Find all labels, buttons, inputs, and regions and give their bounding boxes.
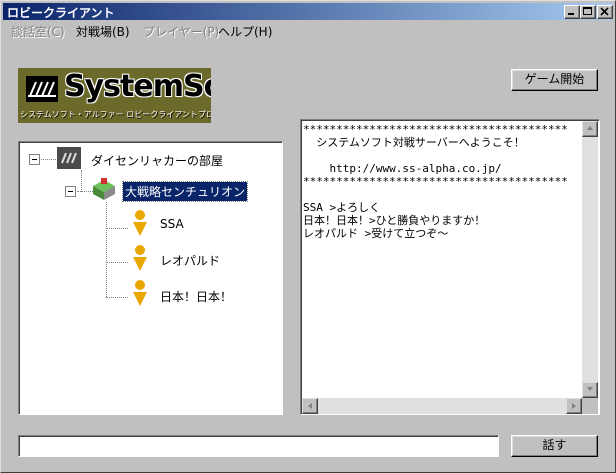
tree-line: [106, 297, 128, 298]
menu-battlefield[interactable]: 対戦場(B): [76, 23, 130, 40]
menu-bar: 談話室(C) 対戦場(B) プレイヤー(P) ヘルプ(H): [3, 21, 613, 40]
maximize-icon: [583, 7, 592, 15]
minimize-button[interactable]: [564, 5, 580, 19]
scroll-right-button[interactable]: [566, 398, 582, 414]
tree-game-label[interactable]: 大戦略センチュリオン: [121, 181, 249, 202]
arrow-up-icon: [587, 126, 593, 130]
tree-room-label[interactable]: ダイセンリャカーの部屋: [91, 152, 223, 169]
player-icon: [131, 209, 149, 237]
menu-lounge[interactable]: 談話室(C): [11, 23, 65, 40]
close-icon: [600, 7, 609, 16]
close-button[interactable]: [597, 5, 613, 19]
logo-brand: SystemSoft: [64, 69, 211, 104]
message-input-frame: [18, 435, 499, 457]
chat-line: [302, 149, 583, 162]
chat-line: ****************************************: [303, 123, 568, 136]
minimize-icon: [568, 13, 574, 15]
arrow-down-icon: [587, 387, 593, 391]
chat-log: ****************************************…: [302, 121, 583, 398]
collapse-game-toggle[interactable]: [65, 186, 76, 197]
menu-help[interactable]: ヘルプ(H): [218, 23, 272, 40]
talk-button[interactable]: 話す: [511, 435, 598, 457]
scrollbar-corner: [582, 398, 598, 414]
menu-player[interactable]: プレイヤー(P): [143, 23, 219, 40]
tree-player-label[interactable]: SSA: [160, 217, 184, 231]
chat-line: ****************************************: [303, 175, 568, 188]
chat-line: SSA >よろしく: [303, 201, 381, 214]
title-bar[interactable]: ロビークライアント: [3, 3, 613, 20]
tree-line: [38, 159, 56, 160]
maximize-button[interactable]: [580, 5, 596, 19]
scroll-up-button[interactable]: [582, 121, 598, 137]
chat-vertical-scrollbar[interactable]: [582, 121, 598, 398]
tree-line: [81, 170, 82, 192]
arrow-left-icon: [308, 403, 312, 409]
chat-line: 日本！日本！>ひと勝負やりますか！: [303, 214, 486, 227]
window-title: ロビークライアント: [7, 6, 115, 20]
logo-mark-icon: [26, 76, 58, 102]
chat-line: システムソフト対戦サーバーへようこそ！: [303, 136, 525, 149]
player-icon: [131, 244, 149, 272]
tree-line: [106, 262, 128, 263]
room-icon: [57, 147, 81, 169]
lobby-window: ロビークライアント 談話室(C) 対戦場(B) プレイヤー(P) ヘルプ(H) …: [0, 0, 616, 473]
message-input[interactable]: [21, 438, 496, 454]
chat-line: レオパルド >受けて立つぞ～: [303, 227, 449, 240]
game-icon: [91, 178, 117, 202]
player-icon: [131, 279, 149, 307]
tree-line: [106, 228, 128, 229]
chat-line: http://www.ss-alpha.co.jp/: [303, 162, 502, 175]
logo-tagline: システムソフト・アルファー ロビークライアントプログラム: [20, 110, 211, 119]
scroll-down-button[interactable]: [582, 382, 598, 398]
lobby-tree: ダイセンリャカーの部屋 大戦略センチュリオン SSA レオパルド 日本！日本！: [18, 141, 283, 415]
tree-player-label[interactable]: レオパルド: [160, 252, 220, 269]
tree-line: [106, 202, 107, 297]
systemsoft-logo: SystemSoft システムソフト・アルファー ロビークライアントプログラム: [18, 68, 211, 123]
collapse-room-toggle[interactable]: [29, 154, 40, 165]
arrow-right-icon: [572, 403, 576, 409]
chat-line: [302, 188, 583, 201]
scroll-left-button[interactable]: [302, 398, 318, 414]
chat-horizontal-scrollbar[interactable]: [302, 398, 582, 414]
tree-player-label[interactable]: 日本！日本！: [160, 288, 232, 305]
start-game-button[interactable]: ゲーム開始: [511, 69, 598, 91]
